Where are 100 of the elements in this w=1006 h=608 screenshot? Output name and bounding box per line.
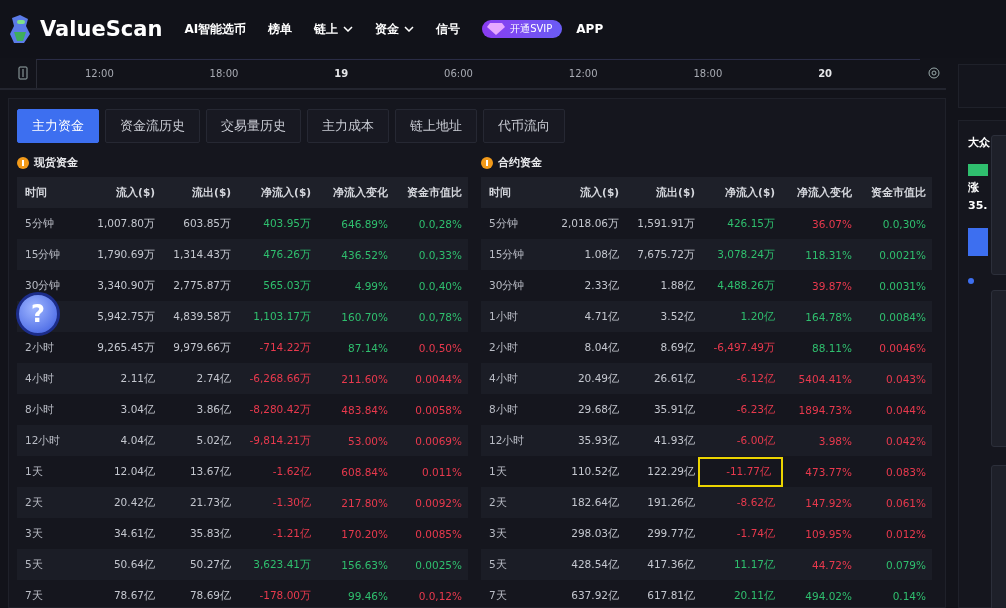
coin-icon [481,156,493,169]
table-cell-text: -714.22万 [259,340,312,355]
column-header: 净流入($) [261,185,312,200]
table-cell-text: 30分钟 [488,278,525,293]
table-cell-text: 0.0021% [879,248,927,261]
table-cell-text: 5404.41% [798,372,853,385]
time-tick-label: 18:00 [693,68,723,79]
mascot-logo-icon [8,14,32,44]
nav-link[interactable]: 榜单 [268,20,293,38]
table-cell-text: 1,314.43万 [173,247,232,262]
table-cell-text: 4.99% [354,279,389,292]
table-cell-text: 9,265.45万 [97,340,156,355]
table-cell-text: 436.52% [341,248,389,261]
table-cell-text: 0.061% [885,496,927,509]
app-link[interactable]: APP [576,22,604,36]
table-cell-text: 637.92亿 [571,588,620,603]
table-cell-text: 1天 [24,464,43,479]
table-cell-text: 3,340.90万 [97,278,156,293]
tab[interactable]: 主力成本 [307,109,389,143]
table-cell-text: 164.78% [805,310,853,323]
column-header: 净流入变化 [333,185,389,200]
table-cell-text: 1.08亿 [584,247,620,262]
table-cell-text: 21.73亿 [189,495,232,510]
table-cell-text: 0.0092% [415,496,463,509]
time-tick-label: 19 [334,68,349,79]
table-cell-text: 476.26万 [263,247,312,262]
nav-link[interactable]: AI智能选币 [184,20,247,38]
tab[interactable]: 交易量历史 [206,109,301,143]
table-cell-text: 0.0,30% [882,217,927,230]
table-cell-text: 1.88亿 [660,278,696,293]
table-cell-text: 39.87% [811,279,853,292]
value-label: 35. [968,199,989,212]
range-handle-icon[interactable] [18,66,28,80]
table-cell-text: 0.0044% [415,372,463,385]
clock-icon[interactable] [928,67,940,79]
column-header: 净流入($) [725,185,776,200]
table-cell-text: 4.71亿 [584,309,620,324]
table-cell-text: -178.00万 [259,588,312,603]
table-cell-text: 78.69亿 [189,588,232,603]
table-cell-text: 5天 [24,557,43,572]
table-cell-text: 5分钟 [24,216,54,231]
table-cell-text: 35.91亿 [653,402,696,417]
table-cell-text: 12.04亿 [113,464,156,479]
table-cell-text: 1小时 [488,309,518,324]
table-cell-text: 0.0031% [879,279,927,292]
tab[interactable]: 主力资金 [17,109,99,143]
table-cell-text: 603.85万 [183,216,232,231]
table-cell-text: 2天 [488,495,507,510]
table-cell-text: 3,078.24万 [717,247,776,262]
column-header: 资金市值比 [871,185,927,200]
nav-link[interactable]: 链上 [314,20,354,38]
nav-link[interactable]: 资金 [375,20,415,38]
table-cell-text: 1天 [488,464,507,479]
table-cell-text: 147.92% [805,496,853,509]
tab[interactable]: 资金流历史 [105,109,200,143]
table-cell-text: 1,103.17万 [253,309,312,324]
table-cell-text: 9,979.66万 [173,340,232,355]
timeline-track[interactable]: 12:00 18:00 19 06:00 12:00 18:00 20 [36,58,920,88]
table-cell-text: 0.0,33% [418,248,463,261]
table-cell-text: 34.61亿 [113,526,156,541]
sentiment-bar [968,164,988,176]
table-cell-text: 12小时 [24,433,61,448]
table-cell-text: 8.69亿 [660,340,696,355]
table-cell-text: 211.60% [341,372,389,385]
table-cell-text: 2.74亿 [196,371,232,386]
table-cell-text: 99.46% [347,589,389,602]
table-cell-text: 0.0069% [415,434,463,447]
time-tick-label: 06:00 [444,68,473,79]
table-cell-text: -8,280.42万 [249,402,312,417]
table-cell-text: 36.07% [811,217,853,230]
vip-button[interactable]: 开通SVIP [482,20,563,38]
table-cell-text: 0.0025% [415,558,463,571]
table-cell-text: 0.0,12% [418,589,463,602]
table-cell-text: 7天 [488,588,507,603]
table-cell-text: 3,623.41万 [253,557,312,572]
table-cell-text: 298.03亿 [571,526,620,541]
column-header: 时间 [488,185,511,200]
panel-title: 大众 [968,135,991,150]
table-cell-text: 7,675.72万 [637,247,696,262]
table-cell-text: 78.67亿 [113,588,156,603]
table-cell-text: 53.00% [347,434,389,447]
column-header: 流入($) [116,185,156,200]
table-cell-text: 0.0046% [879,341,927,354]
table-cell-text: 110.52亿 [571,464,620,479]
section-title: 合约资金 [498,155,542,170]
table-cell-text: 3天 [24,526,43,541]
tab[interactable]: 代币流向 [483,109,565,143]
table-cell-text: 3.52亿 [660,309,696,324]
table-cell-text: 3天 [488,526,507,541]
table-cell-text: 191.26亿 [647,495,696,510]
table-cell-text: -8.62亿 [736,495,776,510]
table-cell-text: 0.0,28% [418,217,463,230]
table-cell-text: 2小时 [24,340,54,355]
tab[interactable]: 链上地址 [395,109,477,143]
nav-link[interactable]: 信号 [436,20,461,38]
table-cell-text: 122.29亿 [647,464,696,479]
table-cell-text: 0.0,40% [418,279,463,292]
table-cell-text: 4小时 [488,371,518,386]
table-cell-text: 35.83亿 [189,526,232,541]
table-cell-text: 5分钟 [488,216,518,231]
